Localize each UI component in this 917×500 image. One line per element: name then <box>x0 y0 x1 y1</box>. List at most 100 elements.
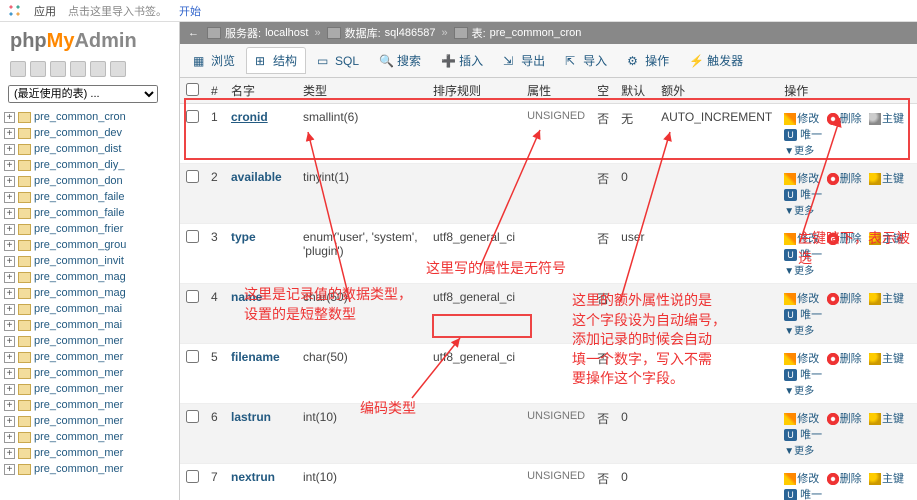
edit-link[interactable]: 修改 <box>784 473 819 485</box>
th-type[interactable]: 类型 <box>297 78 427 104</box>
edit-link[interactable]: 修改 <box>784 233 819 245</box>
tree-table[interactable]: pre_common_faile <box>34 207 125 219</box>
expand-icon[interactable]: + <box>4 160 15 171</box>
more-dropdown[interactable]: ▼更多 <box>784 146 814 157</box>
unique-link[interactable]: 唯一 <box>800 129 822 141</box>
row-check[interactable] <box>186 410 199 423</box>
pk-link[interactable]: 主键 <box>869 413 904 425</box>
col-name[interactable]: filename <box>225 344 297 404</box>
unique-link[interactable]: 唯一 <box>800 489 822 500</box>
expand-icon[interactable]: + <box>4 144 15 155</box>
tree-table[interactable]: pre_common_diy_ <box>34 159 125 171</box>
edit-link[interactable]: 修改 <box>784 413 819 425</box>
recent-tables-select[interactable]: (最近使用的表) ... <box>8 85 158 103</box>
unique-link[interactable]: 唯一 <box>800 429 822 441</box>
pk-link[interactable]: 主键 <box>869 233 904 245</box>
tree-table[interactable]: pre_common_invit <box>34 255 124 267</box>
expand-icon[interactable]: + <box>4 272 15 283</box>
tab-操作[interactable]: ⚙操作 <box>618 47 678 74</box>
pk-link[interactable]: 主键 <box>869 113 904 125</box>
check-all[interactable] <box>186 83 199 96</box>
drop-link[interactable]: 删除 <box>827 113 862 125</box>
expand-icon[interactable]: + <box>4 464 15 475</box>
col-name[interactable]: name <box>225 284 297 344</box>
tree-table[interactable]: pre_common_mer <box>34 335 123 347</box>
tree-table[interactable]: pre_common_mag <box>34 287 126 299</box>
th-coll[interactable]: 排序规则 <box>427 78 521 104</box>
tbl-name[interactable]: pre_common_cron <box>490 27 582 39</box>
more-dropdown[interactable]: ▼更多 <box>784 206 814 217</box>
expand-icon[interactable]: + <box>4 112 15 123</box>
expand-icon[interactable]: + <box>4 224 15 235</box>
unique-link[interactable]: 唯一 <box>800 249 822 261</box>
expand-icon[interactable]: + <box>4 176 15 187</box>
tree-table[interactable]: pre_common_mai <box>34 303 122 315</box>
start-link[interactable]: 开始 <box>179 3 201 19</box>
tree-table[interactable]: pre_common_dev <box>34 127 122 139</box>
tree-table[interactable]: pre_common_frier <box>34 223 123 235</box>
settings-icon[interactable] <box>90 61 106 77</box>
tab-导出[interactable]: ⇲导出 <box>494 47 554 74</box>
expand-icon[interactable]: + <box>4 256 15 267</box>
pk-link[interactable]: 主键 <box>869 353 904 365</box>
expand-icon[interactable]: + <box>4 416 15 427</box>
row-check[interactable] <box>186 290 199 303</box>
pk-link[interactable]: 主键 <box>869 473 904 485</box>
col-name[interactable]: nextrun <box>225 464 297 500</box>
edit-link[interactable]: 修改 <box>784 173 819 185</box>
expand-icon[interactable]: + <box>4 352 15 363</box>
row-check[interactable] <box>186 230 199 243</box>
expand-icon[interactable]: + <box>4 384 15 395</box>
col-name[interactable]: available <box>225 164 297 224</box>
tree-table[interactable]: pre_common_dist <box>34 143 121 155</box>
docs-icon[interactable] <box>70 61 86 77</box>
drop-link[interactable]: 删除 <box>827 353 862 365</box>
unique-link[interactable]: 唯一 <box>800 369 822 381</box>
tab-插入[interactable]: ➕插入 <box>432 47 492 74</box>
tab-搜索[interactable]: 🔍搜索 <box>370 47 430 74</box>
expand-icon[interactable]: + <box>4 288 15 299</box>
col-name[interactable]: type <box>225 224 297 284</box>
reload-icon[interactable] <box>110 61 126 77</box>
th-num[interactable]: # <box>205 78 225 104</box>
expand-icon[interactable]: + <box>4 400 15 411</box>
th-null[interactable]: 空 <box>591 78 615 104</box>
edit-link[interactable]: 修改 <box>784 113 819 125</box>
drop-link[interactable]: 删除 <box>827 413 862 425</box>
tree-table[interactable]: pre_common_mai <box>34 319 122 331</box>
more-dropdown[interactable]: ▼更多 <box>784 326 814 337</box>
drop-link[interactable]: 删除 <box>827 233 862 245</box>
th-ops[interactable]: 操作 <box>778 78 917 104</box>
tree-table[interactable]: pre_common_don <box>34 175 123 187</box>
tree-table[interactable]: pre_common_mer <box>34 463 123 475</box>
tab-触发器[interactable]: ⚡触发器 <box>680 47 752 74</box>
server-name[interactable]: localhost <box>265 27 308 39</box>
col-name[interactable]: lastrun <box>225 404 297 464</box>
tab-浏览[interactable]: ▦浏览 <box>184 47 244 74</box>
tree-table[interactable]: pre_common_mer <box>34 367 123 379</box>
tree-table[interactable]: pre_common_faile <box>34 191 125 203</box>
expand-icon[interactable]: + <box>4 336 15 347</box>
drop-link[interactable]: 删除 <box>827 293 862 305</box>
expand-icon[interactable]: + <box>4 368 15 379</box>
th-name[interactable]: 名字 <box>225 78 297 104</box>
home-icon[interactable] <box>10 61 26 77</box>
expand-icon[interactable]: + <box>4 208 15 219</box>
th-attr[interactable]: 属性 <box>521 78 591 104</box>
expand-icon[interactable]: + <box>4 240 15 251</box>
tree-table[interactable]: pre_common_mer <box>34 447 123 459</box>
tree-table[interactable]: pre_common_cron <box>34 111 126 123</box>
expand-icon[interactable]: + <box>4 192 15 203</box>
tab-导入[interactable]: ⇱导入 <box>556 47 616 74</box>
more-dropdown[interactable]: ▼更多 <box>784 446 814 457</box>
drop-link[interactable]: 删除 <box>827 473 862 485</box>
row-check[interactable] <box>186 470 199 483</box>
expand-icon[interactable]: + <box>4 432 15 443</box>
tab-结构[interactable]: ⊞结构 <box>246 47 306 74</box>
tab-SQL[interactable]: ▭SQL <box>308 49 368 73</box>
nav-icon[interactable]: ← <box>188 27 199 39</box>
th-default[interactable]: 默认 <box>615 78 655 104</box>
sql-icon[interactable] <box>30 61 46 77</box>
expand-icon[interactable]: + <box>4 128 15 139</box>
expand-icon[interactable]: + <box>4 320 15 331</box>
